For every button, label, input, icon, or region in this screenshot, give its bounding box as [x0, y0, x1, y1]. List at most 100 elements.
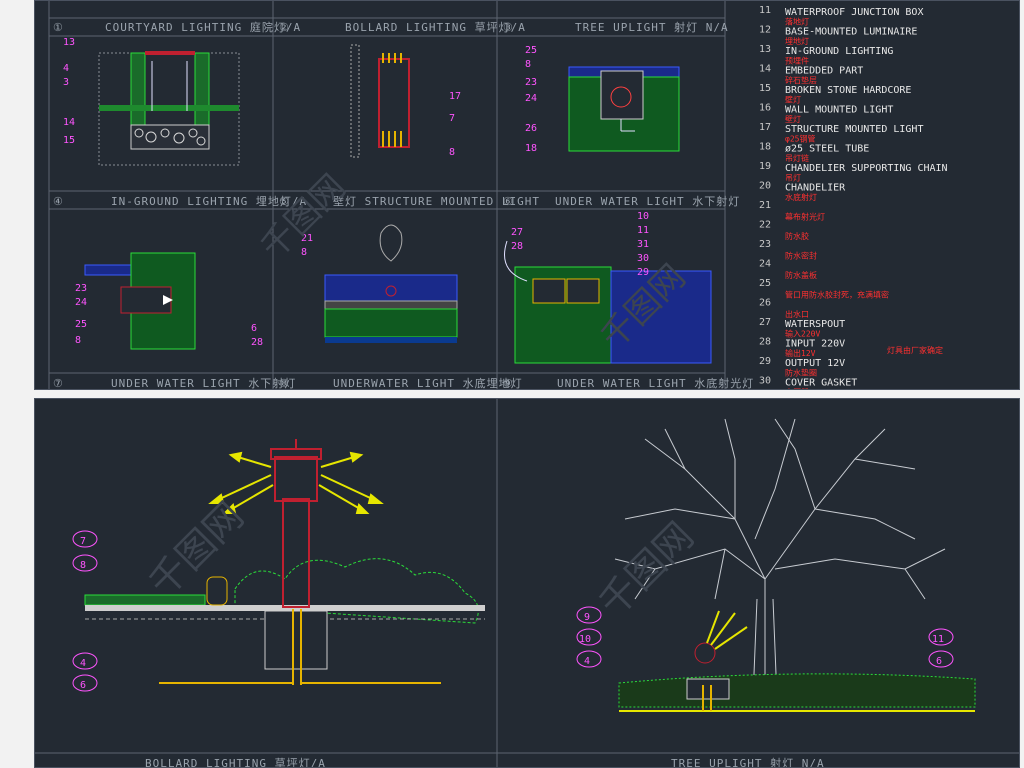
legend-chinese-label: φ25钢管	[785, 134, 815, 144]
detail-title: ⑥	[503, 195, 514, 208]
callout-number: 23	[525, 77, 537, 88]
legend-number: 19	[759, 161, 771, 172]
legend-chinese-label: 输出12V	[785, 348, 816, 358]
callout-number: 4	[63, 63, 69, 74]
legend-number: 16	[759, 103, 771, 114]
detail-title: UNDERWATER LIGHT 水底埋地灯	[333, 376, 523, 390]
legend-chinese-label: 防水盖板	[785, 270, 817, 280]
callout-number: 13	[63, 37, 75, 48]
detail-title: BOLLARD LIGHTING 草坪灯/A	[345, 21, 526, 34]
legend-number: 21	[759, 200, 771, 211]
callout-number: 24	[525, 93, 537, 104]
callout-number: 23	[75, 283, 87, 294]
legend-note: 灯具由厂家确定	[887, 345, 943, 355]
detail-title: ⑨	[503, 377, 514, 390]
detail-title: ①	[53, 21, 64, 34]
callout-number: 26	[525, 123, 537, 134]
detail-title: ⑦	[53, 377, 64, 390]
callout-number: 8	[525, 59, 531, 70]
legend-label: COVER GASKET	[785, 378, 857, 389]
detail-title: ⑧	[279, 377, 290, 390]
elevation-sheet-panel: 7 8 4 6 BOLLARD LIGHTING 草坪灯/A 9 10 4 11…	[34, 398, 1020, 768]
detail-title: UNDER WATER LIGHT 水下射灯	[111, 376, 296, 390]
detail-sheet-drawing: ① COURTYARD LIGHTING 庭院灯/A ② BOLLARD LIG…	[48, 1, 948, 390]
legend-chinese-label: 埋地灯	[785, 36, 809, 46]
callout-number: 31	[637, 239, 649, 250]
legend-chinese-label: 防水密封	[785, 251, 817, 261]
callout-number: 6	[80, 680, 86, 691]
elevation-drawing: 7 8 4 6 BOLLARD LIGHTING 草坪灯/A 9 10 4 11…	[35, 399, 1019, 768]
callout-number: 4	[80, 658, 86, 669]
title-row-2: ④ IN-GROUND LIGHTING 埋地灯/A ⑤ 壁灯 STRUCTUR…	[53, 194, 740, 208]
bollard-elevation: 7 8 4 6 BOLLARD LIGHTING 草坪灯/A	[72, 439, 485, 768]
callout-number: 4	[584, 656, 590, 667]
detail-title: UNDER WATER LIGHT 水下射灯	[555, 194, 740, 208]
callout-number: 15	[63, 135, 75, 146]
legend-chinese-label: 输入220V	[785, 329, 820, 339]
legend-number: 26	[759, 298, 771, 309]
legend-label: STRUCTURE MOUNTED LIGHT	[785, 124, 923, 135]
callout-number: 8	[80, 560, 86, 571]
legend-number: 25	[759, 278, 771, 289]
watermark: 千图网	[590, 514, 702, 626]
legend-number: 24	[759, 259, 771, 270]
callout-number: 30	[637, 253, 649, 264]
callout-number: 6	[936, 656, 942, 667]
callout-number: 28	[251, 337, 263, 348]
callout-number: 7	[80, 536, 86, 547]
detail-title: ④	[53, 195, 64, 208]
callout-number: 8	[449, 147, 455, 158]
legend-chinese-label: 壁灯	[785, 114, 801, 124]
legend-label: OUTPUT 12V	[785, 358, 845, 369]
legend-label: IN-GROUND LIGHTING	[785, 46, 893, 57]
legend-label: BROKEN STONE HARDCORE	[785, 85, 911, 96]
callout-number: 25	[75, 319, 87, 330]
legend-number: 15	[759, 83, 771, 94]
legend-label: BASE-MOUNTED LUMINAIRE	[785, 27, 917, 38]
legend-number: 30	[759, 376, 771, 387]
callout-number: 14	[63, 117, 75, 128]
callout-number: 17	[449, 91, 461, 102]
detail-title: UNDER WATER LIGHT 水底射光灯	[557, 376, 754, 390]
legend-number: 11	[759, 5, 771, 16]
callout-number: 25	[525, 45, 537, 56]
detail-sheet-panel: ① COURTYARD LIGHTING 庭院灯/A ② BOLLARD LIG…	[34, 0, 1020, 390]
callout-number: 9	[584, 612, 590, 623]
legend-label: WATERSPOUT	[785, 319, 845, 330]
legend-number: 14	[759, 64, 771, 75]
callout-number: 24	[75, 297, 87, 308]
legend-label: EMBEDDED PART	[785, 66, 863, 77]
legend-label: ø25 STEEL TUBE	[785, 144, 869, 155]
detail-title: ②	[279, 21, 290, 34]
detail-title: ③	[503, 21, 514, 34]
legend-number: 20	[759, 181, 771, 192]
legend-number: 27	[759, 317, 771, 328]
legend-chinese-label: 变压器	[785, 387, 809, 390]
title-row-3: ⑦ UNDER WATER LIGHT 水下射灯 ⑧ UNDERWATER LI…	[53, 376, 754, 390]
legend-chinese-label: 碎石垫层	[785, 75, 817, 85]
legend-chinese-label: 防水胶	[785, 231, 809, 241]
drawing-title: BOLLARD LIGHTING 草坪灯/A	[145, 757, 326, 768]
detail-bollard-lighting: 17 7 8	[350, 44, 461, 158]
legend-label: CHANDELIER	[785, 183, 846, 194]
legend-number: 17	[759, 122, 771, 133]
detail-title: IN-GROUND LIGHTING 埋地灯/A	[111, 195, 307, 208]
legend-number: 18	[759, 142, 771, 153]
callout-number: 3	[63, 77, 69, 88]
callout-number: 11	[932, 634, 944, 645]
legend-chinese-label: 吊灯	[785, 173, 801, 183]
legend-chinese-label: 壁灯	[785, 95, 801, 105]
callout-number: 27	[511, 227, 523, 238]
callout-number: 28	[511, 241, 523, 252]
title-row-1: ① COURTYARD LIGHTING 庭院灯/A ② BOLLARD LIG…	[53, 20, 728, 34]
legend-label: CHANDELIER SUPPORTING CHAIN	[785, 163, 948, 174]
callout-number: 18	[525, 143, 537, 154]
legend-chinese-label: 预埋件	[785, 56, 809, 66]
callout-number: 10	[579, 634, 591, 645]
detail-in-ground-lighting: 23 24 25 8 6 28	[75, 252, 263, 350]
legend-chinese-label: 落地灯	[785, 17, 809, 27]
callout-number: 11	[637, 225, 649, 236]
legend-label: WATERPROOF JUNCTION BOX	[785, 7, 923, 18]
legend-number: 23	[759, 239, 771, 250]
legend-number: 13	[759, 44, 771, 55]
